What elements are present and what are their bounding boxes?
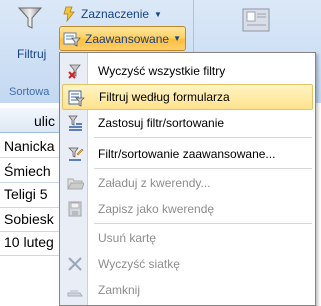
menu-item-label: Zamknij [98, 283, 141, 297]
ribbon-group-label: Sortowa [9, 86, 50, 98]
table-cell: Nanicka [4, 138, 55, 154]
clear-grid-icon [68, 257, 82, 271]
menu-item-close: Zamknij [62, 277, 313, 303]
menu-item-label: Filtr/sortowanie zaawansowane... [98, 147, 276, 161]
menu-item-delete-tab: Usuń kartę [62, 225, 313, 251]
menu-item-load-from-query: Załaduj z kwerendy... [62, 170, 313, 196]
advanced-filter-menu: Wyczyść wszystkie filtry Filtruj według … [59, 52, 316, 306]
menu-item-label: Usuń kartę [98, 231, 157, 245]
apply-filter-sort-icon [68, 115, 82, 131]
chevron-down-icon: ▼ [173, 34, 181, 43]
save-as-query-icon [68, 201, 82, 217]
advanced-filter-icon [63, 32, 81, 47]
menu-item-label: Wyczyść siatkę [98, 257, 180, 271]
menu-divider [94, 168, 312, 169]
menu-item-label: Filtruj według formularza [99, 90, 230, 104]
table-cell: Teligi 5 [4, 186, 48, 202]
advanced-button[interactable]: Zaawansowane ▼ [59, 26, 186, 51]
chevron-down-icon: ▼ [154, 9, 162, 19]
selection-button-label: Zaznaczenie [81, 7, 150, 21]
selection-button[interactable]: Zaznaczenie ▼ [62, 3, 162, 25]
menu-item-apply-filter-sort[interactable]: Zastosuj filtr/sortowanie [62, 110, 313, 136]
table-cell: Śmiech [4, 163, 51, 179]
menu-item-filter-by-form[interactable]: Filtruj według formularza [62, 84, 313, 110]
menu-item-label: Zapisz jako kwerendę [98, 202, 215, 216]
save-record-icon[interactable] [241, 7, 271, 33]
column-header-label: ulic [34, 113, 56, 129]
advanced-filter-sort-icon [68, 147, 84, 161]
filter-button-label: Filtruj [17, 47, 47, 61]
menu-divider [94, 223, 312, 224]
filter-by-form-icon [68, 90, 85, 107]
menu-item-advanced-filter-sort[interactable]: Filtr/sortowanie zaawansowane... [62, 141, 313, 167]
menu-item-save-as-query: Zapisz jako kwerendę [62, 196, 313, 222]
advanced-button-label: Zaawansowane [85, 31, 170, 46]
table-cell: Sobiesk [4, 211, 54, 227]
menu-divider [94, 137, 312, 138]
funnel-icon [17, 7, 43, 29]
load-from-query-icon [67, 178, 84, 190]
table-cell: 10 luteg [4, 234, 54, 250]
menu-item-label: Zastosuj filtr/sortowanie [98, 116, 225, 130]
menu-item-label: Załaduj z kwerendy... [98, 176, 211, 190]
clear-filters-icon [68, 64, 81, 79]
menu-item-label: Wyczyść wszystkie filtry [98, 64, 226, 78]
close-icon [67, 290, 83, 297]
selection-lightning-icon [63, 6, 75, 22]
menu-item-clear-all-filters[interactable]: Wyczyść wszystkie filtry [62, 58, 313, 84]
menu-item-clear-grid: Wyczyść siatkę [62, 251, 313, 277]
